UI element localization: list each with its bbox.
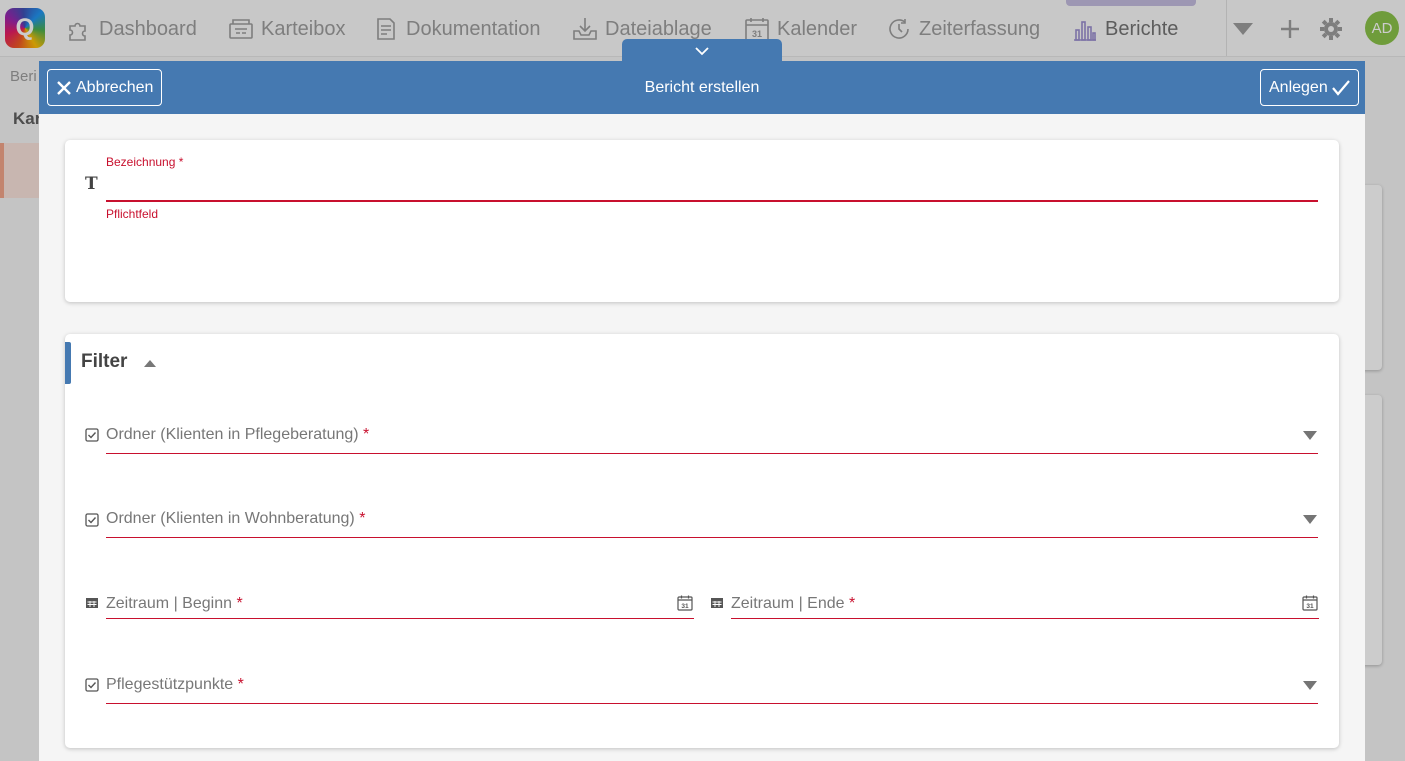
check-icon xyxy=(1331,79,1350,96)
calendar-picker-icon[interactable]: 31 xyxy=(1302,595,1318,611)
field-label: Ordner (Klienten in Wohnberatung) * xyxy=(106,510,366,527)
caret-up-icon xyxy=(144,359,156,367)
name-input-underline xyxy=(106,200,1318,202)
field-label: Pflegestützpunkte * xyxy=(106,676,244,693)
field-underline xyxy=(106,703,1318,704)
cancel-button[interactable]: Abbrechen xyxy=(47,69,163,106)
dropdown-arrow-icon xyxy=(1303,431,1317,440)
folder-wohnberatung-select[interactable]: Ordner (Klienten in Wohnberatung) * xyxy=(106,510,1318,538)
create-label: Anlegen xyxy=(1269,78,1328,96)
checkbox-list-icon xyxy=(85,513,99,527)
name-card: Bezeichnung * T Pflichtfeld xyxy=(65,140,1339,302)
svg-text:31: 31 xyxy=(681,603,689,610)
create-button[interactable]: Anlegen xyxy=(1260,69,1359,106)
calendar-picker-icon[interactable]: 31 xyxy=(677,595,693,611)
field-label: Zeitraum | Ende * xyxy=(731,595,856,612)
checkbox-list-icon xyxy=(85,678,99,692)
dropdown-arrow-icon xyxy=(1303,515,1317,524)
name-field-label: Bezeichnung * xyxy=(106,155,184,169)
filter-collapse-toggle[interactable] xyxy=(143,356,157,370)
collapse-dialog-tab[interactable] xyxy=(622,39,782,63)
required-error-text: Pflichtfeld xyxy=(106,207,159,221)
field-underline xyxy=(106,453,1318,454)
chevron-down-icon xyxy=(695,46,709,55)
cancel-label: Abbrechen xyxy=(76,78,154,96)
field-label: Ordner (Klienten in Pflegeberatung) * xyxy=(106,426,370,443)
svg-text:31: 31 xyxy=(1306,603,1314,610)
filter-title: Filter xyxy=(81,351,128,372)
section-accent-bar xyxy=(65,342,71,384)
field-underline xyxy=(106,537,1318,538)
field-label: Zeitraum | Beginn * xyxy=(106,595,243,612)
date-field-icon xyxy=(711,598,723,608)
folder-pflegeberatung-select[interactable]: Ordner (Klienten in Pflegeberatung) * xyxy=(106,426,1318,454)
field-underline xyxy=(106,618,694,619)
text-type-icon: T xyxy=(85,174,98,194)
close-icon xyxy=(57,80,71,95)
dialog-title: Bericht erstellen xyxy=(644,79,760,96)
field-underline xyxy=(731,618,1319,619)
dropdown-arrow-icon xyxy=(1303,681,1317,690)
checkbox-list-icon xyxy=(85,428,99,442)
dialog-header: Bericht erstellen Abbrechen Anlegen xyxy=(39,61,1365,114)
date-field-icon xyxy=(86,598,98,608)
care-support-points-select[interactable]: Pflegestützpunkte * xyxy=(106,676,1318,704)
name-input[interactable] xyxy=(106,174,1318,198)
filter-card: Filter Ordner (Klienten in Pflegeberatun… xyxy=(65,334,1339,748)
create-report-dialog: Bericht erstellen Abbrechen Anlegen Beze… xyxy=(39,61,1365,761)
